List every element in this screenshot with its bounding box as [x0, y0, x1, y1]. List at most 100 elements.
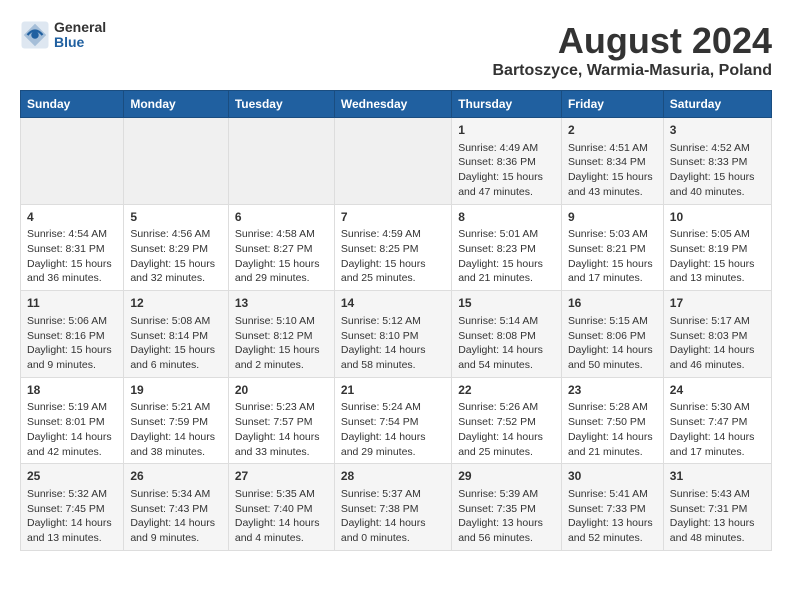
day-number: 20	[235, 382, 328, 399]
week-row-1: 1 Sunrise: 4:49 AMSunset: 8:36 PMDaylight…	[21, 118, 772, 205]
calendar-cell: 31Sunrise: 5:43 AMSunset: 7:31 PMDayligh…	[663, 464, 771, 551]
day-info: Sunrise: 5:12 AMSunset: 8:10 PMDaylight:…	[341, 314, 445, 373]
calendar-table: SundayMondayTuesdayWednesdayThursdayFrid…	[20, 90, 772, 551]
header-cell-monday: Monday	[124, 91, 229, 118]
day-info: Sunrise: 5:14 AMSunset: 8:08 PMDaylight:…	[458, 314, 555, 373]
week-row-3: 11 Sunrise: 5:06 AMSunset: 8:16 PMDayligh…	[21, 291, 772, 378]
day-info: Sunrise: 5:17 AMSunset: 8:03 PMDaylight:…	[670, 314, 765, 373]
day-number: 22	[458, 382, 555, 399]
day-info: Sunrise: 5:26 AMSunset: 7:52 PMDaylight:…	[458, 400, 555, 459]
calendar-cell: 13Sunrise: 5:10 AMSunset: 8:12 PMDayligh…	[228, 291, 334, 378]
page-header: General Blue August 2024 Bartoszyce, War…	[20, 20, 772, 80]
calendar-cell	[124, 118, 229, 205]
header-cell-saturday: Saturday	[663, 91, 771, 118]
logo-text: General Blue	[54, 20, 106, 51]
day-info: Sunrise: 5:21 AMSunset: 7:59 PMDaylight:…	[130, 400, 222, 459]
day-number: 31	[670, 468, 765, 485]
day-number: 27	[235, 468, 328, 485]
day-number: 7	[341, 209, 445, 226]
day-info: Sunrise: 4:49 AMSunset: 8:36 PMDaylight:…	[458, 141, 555, 200]
calendar-cell	[334, 118, 451, 205]
calendar-cell	[21, 118, 124, 205]
day-number: 6	[235, 209, 328, 226]
calendar-cell: 24Sunrise: 5:30 AMSunset: 7:47 PMDayligh…	[663, 377, 771, 464]
calendar-cell: 20Sunrise: 5:23 AMSunset: 7:57 PMDayligh…	[228, 377, 334, 464]
week-row-5: 25 Sunrise: 5:32 AMSunset: 7:45 PMDayligh…	[21, 464, 772, 551]
calendar-cell: 4Sunrise: 4:54 AMSunset: 8:31 PMDaylight…	[21, 204, 124, 291]
calendar-cell: 16 Sunrise: 5:15 AMSunset: 8:06 PMDayligh…	[561, 291, 663, 378]
day-info: Sunrise: 4:51 AMSunset: 8:34 PMDaylight:…	[568, 141, 657, 200]
logo-icon	[20, 20, 50, 50]
day-number: 14	[341, 295, 445, 312]
week-row-2: 4Sunrise: 4:54 AMSunset: 8:31 PMDaylight…	[21, 204, 772, 291]
day-info: Sunrise: 5:28 AMSunset: 7:50 PMDaylight:…	[568, 400, 657, 459]
day-info: Sunrise: 5:39 AMSunset: 7:35 PMDaylight:…	[458, 487, 555, 546]
header-cell-friday: Friday	[561, 91, 663, 118]
calendar-cell: 26Sunrise: 5:34 AMSunset: 7:43 PMDayligh…	[124, 464, 229, 551]
day-info: Sunrise: 5:08 AMSunset: 8:14 PMDaylight:…	[130, 314, 222, 373]
calendar-cell: 11 Sunrise: 5:06 AMSunset: 8:16 PMDayligh…	[21, 291, 124, 378]
day-number: 3	[670, 122, 765, 139]
subtitle: Bartoszyce, Warmia-Masuria, Poland	[493, 62, 773, 80]
calendar-cell: 15 Sunrise: 5:14 AMSunset: 8:08 PMDayligh…	[452, 291, 562, 378]
header-cell-wednesday: Wednesday	[334, 91, 451, 118]
calendar-cell: 3 Sunrise: 4:52 AMSunset: 8:33 PMDaylight…	[663, 118, 771, 205]
main-title: August 2024	[493, 20, 773, 62]
day-info: Sunrise: 4:56 AMSunset: 8:29 PMDaylight:…	[130, 227, 222, 286]
calendar-cell: 12 Sunrise: 5:08 AMSunset: 8:14 PMDayligh…	[124, 291, 229, 378]
day-number: 12	[130, 295, 222, 312]
day-info: Sunrise: 5:03 AMSunset: 8:21 PMDaylight:…	[568, 227, 657, 286]
header-row: SundayMondayTuesdayWednesdayThursdayFrid…	[21, 91, 772, 118]
day-number: 1	[458, 122, 555, 139]
logo-general: General	[54, 20, 106, 35]
day-number: 4	[27, 209, 117, 226]
day-number: 16	[568, 295, 657, 312]
day-info: Sunrise: 5:15 AMSunset: 8:06 PMDaylight:…	[568, 314, 657, 373]
day-number: 5	[130, 209, 222, 226]
day-number: 17	[670, 295, 765, 312]
day-number: 19	[130, 382, 222, 399]
day-number: 2	[568, 122, 657, 139]
day-info: Sunrise: 4:59 AMSunset: 8:25 PMDaylight:…	[341, 227, 445, 286]
day-info: Sunrise: 4:58 AMSunset: 8:27 PMDaylight:…	[235, 227, 328, 286]
day-number: 21	[341, 382, 445, 399]
day-number: 25	[27, 468, 117, 485]
calendar-cell: 7Sunrise: 4:59 AMSunset: 8:25 PMDaylight…	[334, 204, 451, 291]
day-info: Sunrise: 5:30 AMSunset: 7:47 PMDaylight:…	[670, 400, 765, 459]
calendar-cell: 14 Sunrise: 5:12 AMSunset: 8:10 PMDayligh…	[334, 291, 451, 378]
day-info: Sunrise: 5:10 AMSunset: 8:12 PMDaylight:…	[235, 314, 328, 373]
header-cell-thursday: Thursday	[452, 91, 562, 118]
day-info: Sunrise: 5:41 AMSunset: 7:33 PMDaylight:…	[568, 487, 657, 546]
title-section: August 2024 Bartoszyce, Warmia-Masuria, …	[493, 20, 773, 80]
calendar-cell: 22Sunrise: 5:26 AMSunset: 7:52 PMDayligh…	[452, 377, 562, 464]
day-number: 28	[341, 468, 445, 485]
day-info: Sunrise: 5:23 AMSunset: 7:57 PMDaylight:…	[235, 400, 328, 459]
calendar-cell: 23Sunrise: 5:28 AMSunset: 7:50 PMDayligh…	[561, 377, 663, 464]
calendar-cell: 25 Sunrise: 5:32 AMSunset: 7:45 PMDayligh…	[21, 464, 124, 551]
calendar-cell: 30 Sunrise: 5:41 AMSunset: 7:33 PMDayligh…	[561, 464, 663, 551]
calendar-cell: 5Sunrise: 4:56 AMSunset: 8:29 PMDaylight…	[124, 204, 229, 291]
day-info: Sunrise: 4:52 AMSunset: 8:33 PMDaylight:…	[670, 141, 765, 200]
calendar-cell: 17 Sunrise: 5:17 AMSunset: 8:03 PMDayligh…	[663, 291, 771, 378]
day-info: Sunrise: 5:32 AMSunset: 7:45 PMDaylight:…	[27, 487, 117, 546]
day-info: Sunrise: 5:24 AMSunset: 7:54 PMDaylight:…	[341, 400, 445, 459]
calendar-cell: 27Sunrise: 5:35 AMSunset: 7:40 PMDayligh…	[228, 464, 334, 551]
day-number: 23	[568, 382, 657, 399]
day-info: Sunrise: 5:06 AMSunset: 8:16 PMDaylight:…	[27, 314, 117, 373]
day-info: Sunrise: 5:19 AMSunset: 8:01 PMDaylight:…	[27, 400, 117, 459]
week-row-4: 18Sunrise: 5:19 AMSunset: 8:01 PMDayligh…	[21, 377, 772, 464]
calendar-cell: 10Sunrise: 5:05 AMSunset: 8:19 PMDayligh…	[663, 204, 771, 291]
calendar-cell: 8Sunrise: 5:01 AMSunset: 8:23 PMDaylight…	[452, 204, 562, 291]
calendar-header: SundayMondayTuesdayWednesdayThursdayFrid…	[21, 91, 772, 118]
calendar-cell: 19Sunrise: 5:21 AMSunset: 7:59 PMDayligh…	[124, 377, 229, 464]
calendar-body: 1 Sunrise: 4:49 AMSunset: 8:36 PMDaylight…	[21, 118, 772, 551]
day-number: 11	[27, 295, 117, 312]
day-number: 10	[670, 209, 765, 226]
day-number: 29	[458, 468, 555, 485]
day-info: Sunrise: 5:37 AMSunset: 7:38 PMDaylight:…	[341, 487, 445, 546]
logo: General Blue	[20, 20, 106, 51]
day-number: 30	[568, 468, 657, 485]
day-number: 18	[27, 382, 117, 399]
day-number: 15	[458, 295, 555, 312]
header-cell-sunday: Sunday	[21, 91, 124, 118]
